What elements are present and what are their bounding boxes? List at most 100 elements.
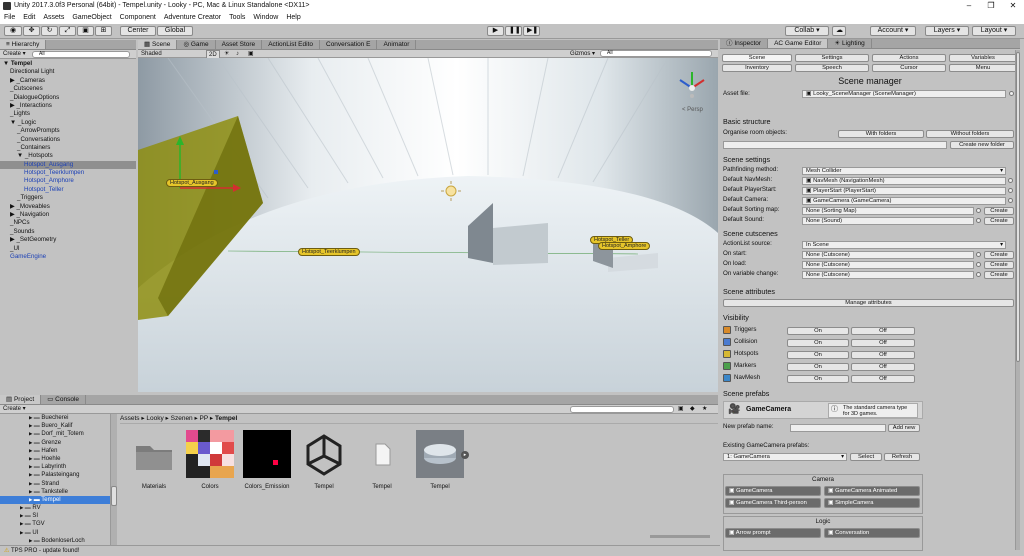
minimize-button[interactable]: –: [958, 0, 980, 12]
project-folder-item[interactable]: ▶ ▬ Hafen: [0, 447, 116, 455]
visibility-on-button[interactable]: On: [787, 375, 849, 383]
setting-dropdown[interactable]: Mesh Collider ▾: [802, 167, 1006, 175]
select-prefab-button[interactable]: Select: [850, 453, 882, 461]
hierarchy-item[interactable]: ▶ _SetGeometry: [0, 236, 136, 244]
hand-tool-button[interactable]: ◉: [4, 26, 22, 36]
asset-materials-folder[interactable]: Materials: [124, 430, 184, 490]
move-tool-button[interactable]: ✥: [23, 26, 40, 36]
project-folder-item[interactable]: ▶ ▬ Buero_Kalif: [0, 422, 116, 430]
hierarchy-item[interactable]: ▶ _Navigation: [0, 211, 136, 219]
with-folders-button[interactable]: With folders: [838, 130, 924, 138]
project-folder-item[interactable]: ▶ ▬ Hoehle: [0, 455, 116, 463]
menu-edit[interactable]: Edit: [23, 12, 35, 24]
tab-animator[interactable]: Animator: [377, 40, 417, 49]
project-folder-item[interactable]: ▶ ▬ Tempel: [0, 495, 116, 505]
hierarchy-search-input[interactable]: All: [32, 51, 130, 58]
asset-tempel-model[interactable]: Tempel: [410, 430, 470, 490]
hierarchy-item[interactable]: _Cutscenes: [0, 85, 136, 93]
setting-object-field[interactable]: ▣ PlayerStart (PlayerStart): [802, 187, 1006, 195]
breadcrumb-tempel[interactable]: Tempel: [215, 415, 237, 422]
project-folder-item[interactable]: ▶ ▬ Dorf_mit_Totem: [0, 430, 116, 438]
hotspot-label-amphore[interactable]: Hotspot_Amphore: [598, 242, 651, 250]
visibility-off-button[interactable]: Off: [851, 351, 915, 359]
visibility-on-button[interactable]: On: [787, 363, 849, 371]
menu-component[interactable]: Component: [120, 12, 156, 24]
hierarchy-item[interactable]: _UI: [0, 245, 136, 253]
nav-menu[interactable]: Menu: [949, 64, 1017, 72]
without-folders-button[interactable]: Without folders: [926, 130, 1014, 138]
project-folder-item[interactable]: ▶ ▬ Palasteingang: [0, 471, 116, 479]
visibility-off-button[interactable]: Off: [851, 375, 915, 383]
hierarchy-create-button[interactable]: Create: [3, 51, 21, 57]
thumbnail-size-slider[interactable]: [650, 535, 710, 538]
prefab-create-button[interactable]: ▣ Conversation: [824, 528, 920, 538]
visibility-off-button[interactable]: Off: [851, 327, 915, 335]
hierarchy-item[interactable]: Hotspot_Amphore: [0, 177, 136, 185]
folder-scrollbar-thumb[interactable]: [111, 486, 117, 506]
project-folder-item[interactable]: ▶ ▬ UI: [0, 529, 116, 537]
create-button[interactable]: Create: [984, 261, 1014, 269]
object-picker-icon[interactable]: [1008, 178, 1013, 183]
inspector-scrollbar[interactable]: [1015, 50, 1020, 550]
rotate-tool-button[interactable]: ↻: [41, 26, 58, 36]
pivot-toggle[interactable]: Center: [120, 26, 156, 36]
inspector-scrollbar-thumb[interactable]: [1016, 52, 1020, 362]
setting-object-field[interactable]: ▣ NavMesh (NavigationMesh): [802, 177, 1006, 185]
breadcrumb-pp[interactable]: PP: [200, 415, 209, 422]
breadcrumb-assets[interactable]: Assets: [120, 415, 140, 422]
hierarchy-item[interactable]: Hotspot_Teerklumpen: [0, 169, 136, 177]
effects-toggle-icon[interactable]: ▣: [248, 50, 254, 58]
hierarchy-item[interactable]: ▶ _Cameras: [0, 77, 136, 85]
asset-tempel-file[interactable]: Tempel: [352, 430, 412, 490]
create-button[interactable]: Create: [984, 271, 1014, 279]
tab-conversation-editor[interactable]: Conversation E: [320, 40, 378, 49]
hierarchy-item[interactable]: _ArrowPrompts: [0, 127, 136, 135]
expand-asset-icon[interactable]: ▸: [461, 451, 469, 459]
nav-settings[interactable]: Settings: [795, 54, 869, 62]
nav-inventory[interactable]: Inventory: [722, 64, 792, 72]
folder-scrollbar[interactable]: [110, 414, 117, 545]
hotspot-label-teerklumpen[interactable]: Hotspot_Teerklumpen: [298, 248, 360, 256]
existing-prefab-dropdown[interactable]: 1: GameCamera ▾: [723, 453, 847, 461]
setting-object-field[interactable]: None (Cutscene): [802, 261, 974, 269]
visibility-off-button[interactable]: Off: [851, 363, 915, 371]
hierarchy-item[interactable]: ▼ Tempel: [0, 60, 136, 68]
hierarchy-item[interactable]: _Lights: [0, 110, 136, 118]
scene-viewport[interactable]: Hotspot_Ausgang Hotspot_Teerklumpen Hots…: [138, 58, 718, 392]
tab-lighting[interactable]: ☀ Lighting: [828, 39, 872, 48]
object-picker-icon[interactable]: [976, 218, 981, 223]
project-folder-item[interactable]: ▶ ▬ SI: [0, 512, 116, 520]
setting-object-field[interactable]: ▣ GameCamera (GameCamera): [802, 197, 1006, 205]
setting-object-field[interactable]: None (Sound): [802, 217, 974, 225]
gizmos-dropdown[interactable]: Gizmos ▾: [570, 50, 595, 58]
filter-label-icon[interactable]: ◆: [690, 405, 695, 413]
visibility-on-button[interactable]: On: [787, 327, 849, 335]
setting-dropdown[interactable]: In Scene ▾: [802, 241, 1006, 249]
nav-variables[interactable]: Variables: [949, 54, 1017, 62]
filter-type-icon[interactable]: ▣: [678, 405, 684, 413]
prefab-create-button[interactable]: ▣ Arrow prompt: [725, 528, 821, 538]
asset-colors-emission-texture[interactable]: Colors_Emission: [237, 430, 297, 490]
nav-cursor[interactable]: Cursor: [872, 64, 946, 72]
hierarchy-item[interactable]: _DialogueOptions: [0, 94, 136, 102]
scene-search-input[interactable]: All: [600, 50, 712, 57]
tab-scene[interactable]: ▦ Scene: [138, 40, 178, 49]
tab-ac-game-editor[interactable]: AC Game Editor: [768, 39, 829, 48]
account-dropdown[interactable]: Account ▾: [870, 26, 916, 36]
close-button[interactable]: ✕: [1002, 0, 1024, 12]
lighting-toggle-icon[interactable]: ☀: [224, 50, 229, 58]
project-folder-item[interactable]: ▶ ▬ RV: [0, 504, 116, 512]
hierarchy-item[interactable]: _Triggers: [0, 194, 136, 202]
breadcrumb-looky[interactable]: Looky: [146, 415, 163, 422]
layout-dropdown[interactable]: Layout ▾: [972, 26, 1016, 36]
step-button[interactable]: ▶❚: [523, 26, 540, 36]
hierarchy-item[interactable]: _Sounds: [0, 228, 136, 236]
menu-window[interactable]: Window: [253, 12, 278, 24]
project-folder-item[interactable]: ▶ ▬ Labyrinth: [0, 463, 116, 471]
hierarchy-item[interactable]: ▶ _Interactions: [0, 102, 136, 110]
setting-object-field[interactable]: None (Cutscene): [802, 251, 974, 259]
menu-file[interactable]: File: [4, 12, 15, 24]
new-prefab-name-input[interactable]: [790, 424, 886, 432]
object-picker-icon[interactable]: [976, 272, 981, 277]
project-folder-item[interactable]: ▶ ▬ Buecherei: [0, 414, 116, 422]
